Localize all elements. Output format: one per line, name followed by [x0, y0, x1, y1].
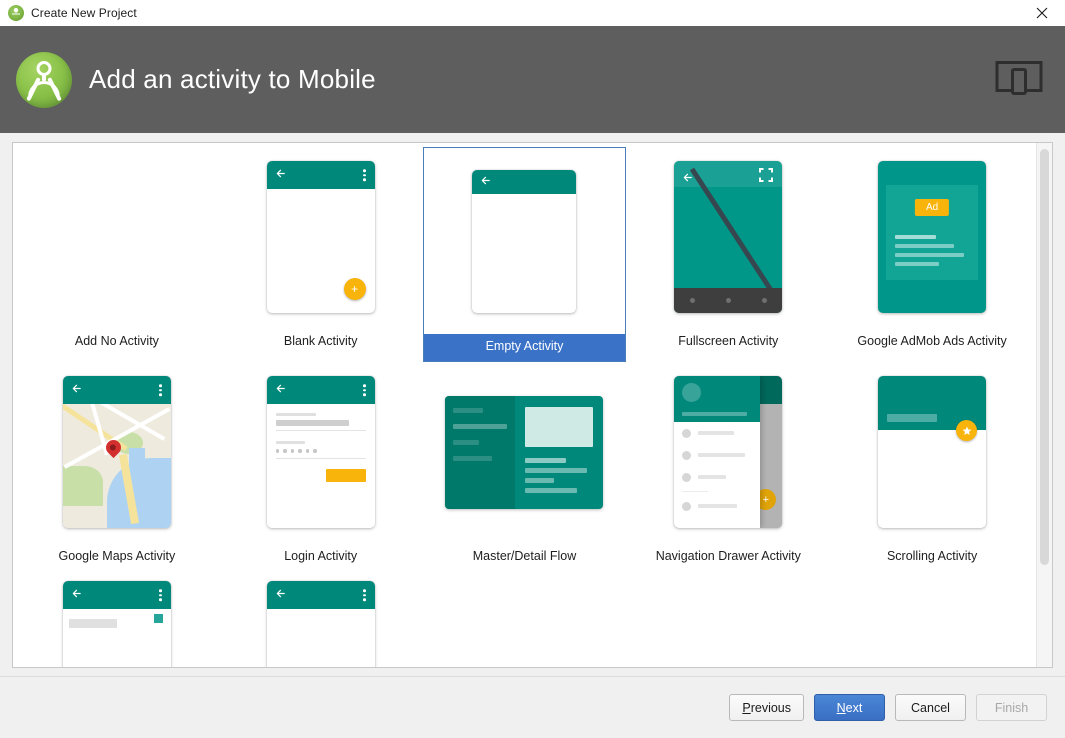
activity-tile-label: Add No Activity — [65, 332, 169, 352]
activity-tile-row3-2[interactable] — [219, 577, 423, 667]
thumbnail-blank-activity: + — [267, 161, 375, 313]
activity-tile-blank-activity[interactable]: + Blank Activity — [219, 147, 423, 362]
activity-tile-label: Fullscreen Activity — [668, 332, 788, 352]
thumbnail-login-activity — [267, 376, 375, 528]
activity-tile-add-no-activity[interactable]: Add No Activity — [15, 147, 219, 362]
activity-tile-master-detail-flow[interactable]: Master/Detail Flow — [423, 362, 627, 577]
activity-tile-label: Empty Activity — [424, 334, 626, 361]
thumbnail-row3-2 — [267, 581, 375, 667]
ad-badge: Ad — [915, 199, 949, 216]
next-button[interactable]: Next — [814, 694, 885, 721]
activity-gallery-scroll[interactable]: Add No Activity + — [13, 143, 1036, 667]
previous-button[interactable]: Previous — [729, 694, 804, 721]
floating-action-button-icon — [956, 420, 977, 441]
overflow-menu-icon — [363, 589, 366, 601]
fullscreen-expand-icon — [759, 168, 773, 187]
activity-grid: Add No Activity + — [13, 143, 1036, 667]
avatar — [682, 383, 701, 402]
thumbnail-master-detail-flow — [445, 396, 603, 509]
activity-tile-label: Google AdMob Ads Activity — [847, 332, 1016, 352]
tablet-device-icon — [995, 57, 1043, 102]
back-arrow-icon — [682, 170, 693, 188]
activity-tile-login-activity[interactable]: Login Activity — [219, 362, 423, 577]
email-field-label — [276, 413, 317, 416]
wizard-header: Add an activity to Mobile — [0, 26, 1065, 133]
activity-tile-label: Blank Activity — [274, 332, 368, 352]
list-item — [674, 422, 759, 444]
thumbnail-empty-activity — [472, 170, 576, 313]
activity-tile-navigation-drawer-activity[interactable]: + — [626, 362, 830, 577]
detail-pane — [515, 396, 603, 509]
page-title: Add an activity to Mobile — [89, 64, 376, 95]
back-arrow-icon — [275, 586, 286, 604]
overflow-menu-icon — [363, 384, 366, 396]
back-arrow-icon — [71, 586, 82, 604]
cancel-button[interactable]: Cancel — [895, 694, 966, 721]
password-field-label — [276, 441, 306, 444]
back-arrow-icon — [275, 166, 286, 184]
password-field — [276, 448, 366, 454]
thumbnail-row3-1 — [63, 581, 171, 667]
activity-tile-row3-1[interactable] — [15, 577, 219, 667]
list-item — [674, 466, 759, 488]
activity-tile-fullscreen-activity[interactable]: Fullscreen Activity — [626, 147, 830, 362]
activity-tile-empty-activity[interactable]: Empty Activity — [423, 147, 627, 362]
android-studio-icon — [8, 5, 24, 21]
map-canvas — [63, 404, 171, 528]
back-arrow-icon — [71, 381, 82, 399]
system-navigation-bar — [674, 288, 782, 313]
activity-tile-label: Navigation Drawer Activity — [646, 547, 811, 567]
overflow-menu-icon — [363, 169, 366, 181]
thumbnail-fullscreen-activity — [674, 161, 782, 313]
finish-button: Finish — [976, 694, 1047, 721]
master-list-pane — [445, 396, 515, 509]
activity-tile-label: Google Maps Activity — [49, 547, 186, 567]
back-arrow-icon — [275, 381, 286, 399]
floating-action-button-icon: + — [344, 278, 366, 300]
back-arrow-icon — [480, 173, 491, 191]
activity-tile-label: Master/Detail Flow — [463, 547, 587, 567]
activity-tile-google-admob-ads-activity[interactable]: Ad Google AdMob Ads Activity — [830, 147, 1034, 362]
thumbnail-none — [15, 151, 219, 323]
thumbnail-scrolling-activity — [878, 376, 986, 528]
window-title: Create New Project — [31, 6, 137, 20]
navigation-drawer — [674, 376, 759, 528]
list-item — [674, 444, 759, 466]
scrollbar-thumb[interactable] — [1040, 149, 1049, 565]
activity-tile-google-maps-activity[interactable]: Google Maps Activity — [15, 362, 219, 577]
activity-tile-label: Login Activity — [274, 547, 367, 567]
sign-in-button — [326, 469, 366, 482]
activity-tile-label: Scrolling Activity — [877, 547, 987, 567]
gallery-scrollbar[interactable] — [1036, 143, 1052, 667]
thumbnail-maps-activity — [63, 376, 171, 528]
dialog-footer: Previous Next Cancel Finish — [0, 676, 1065, 738]
android-studio-logo-icon — [16, 52, 72, 108]
window-title-bar: Create New Project — [0, 0, 1065, 26]
overflow-menu-icon — [159, 384, 162, 396]
thumbnail-admob-activity: Ad — [878, 161, 986, 313]
close-icon[interactable] — [1019, 0, 1065, 26]
thumbnail-navigation-drawer-activity: + — [674, 376, 782, 528]
activity-tile-scrolling-activity[interactable]: Scrolling Activity — [830, 362, 1034, 577]
list-item — [674, 495, 759, 517]
ad-text-lines — [895, 235, 969, 271]
overflow-menu-icon — [159, 589, 162, 601]
email-field — [276, 420, 350, 426]
activity-gallery-panel: Add No Activity + — [0, 133, 1065, 676]
